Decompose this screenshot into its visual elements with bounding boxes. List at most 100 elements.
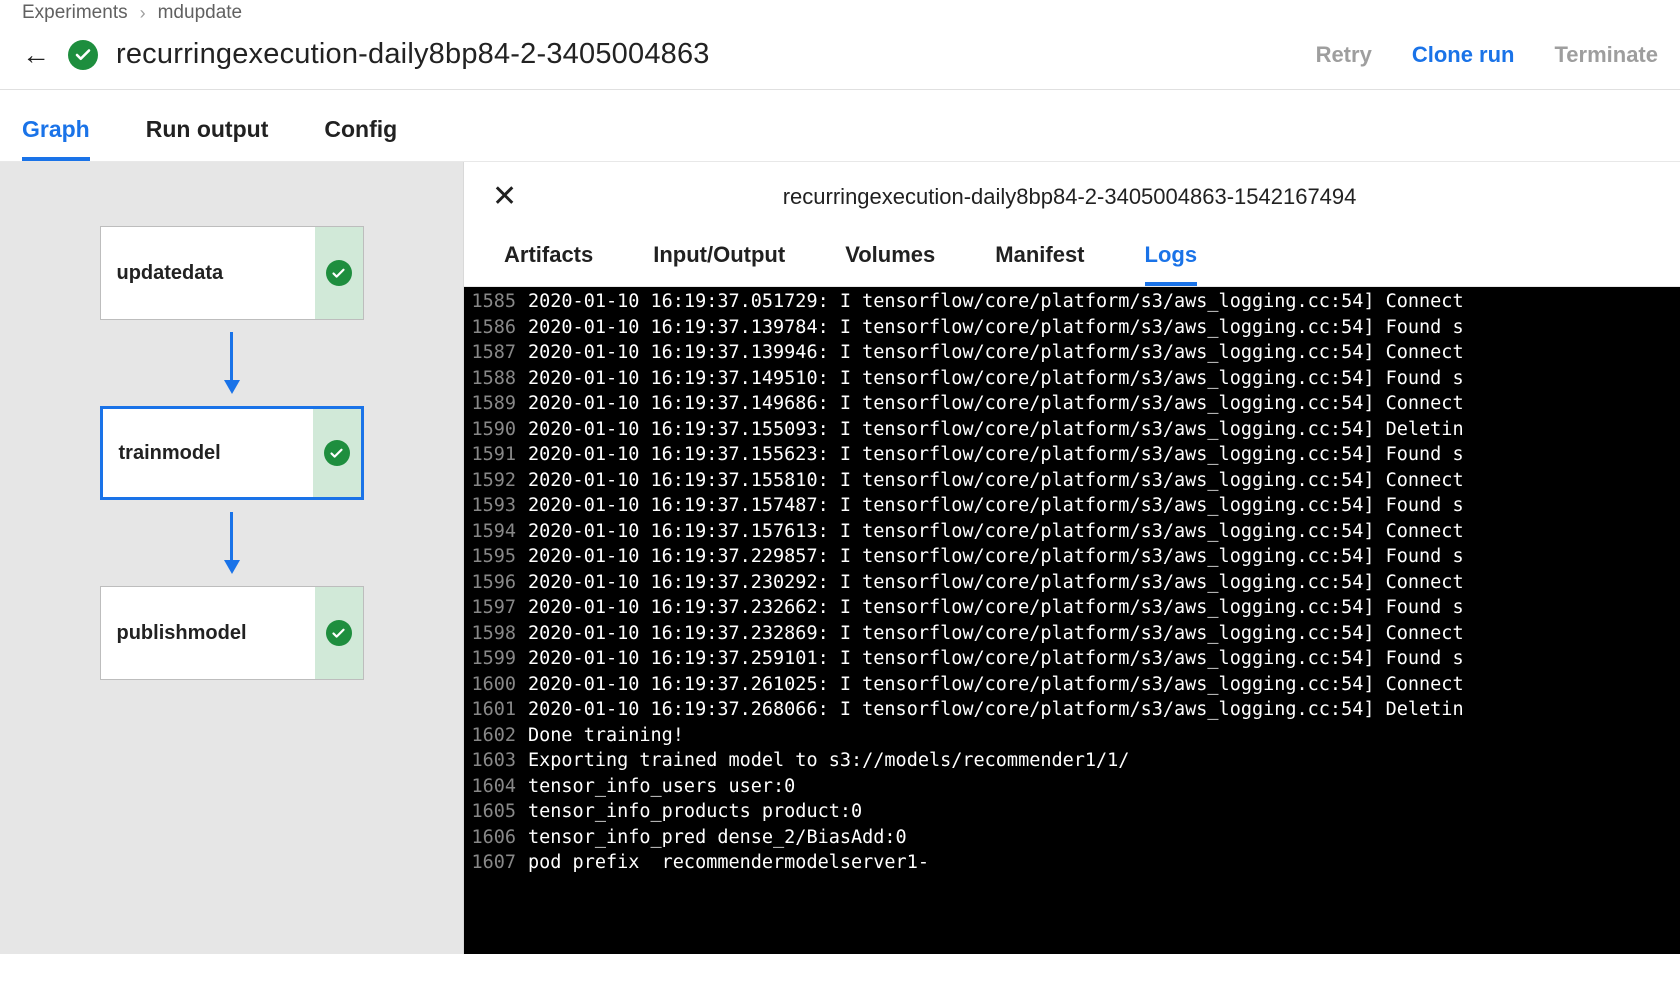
log-line: 15972020-01-10 16:19:37.232662: I tensor…	[464, 595, 1680, 621]
log-line: 1606tensor_info_pred dense_2/BiasAdd:0	[464, 825, 1680, 851]
log-line-text: 2020-01-10 16:19:37.139784: I tensorflow…	[528, 315, 1680, 341]
log-line: 15942020-01-10 16:19:37.157613: I tensor…	[464, 519, 1680, 545]
log-line: 1602Done training!	[464, 723, 1680, 749]
header-actions: Retry Clone run Terminate	[1316, 42, 1658, 68]
log-line-number: 1598	[464, 621, 528, 647]
graph-node-status	[315, 587, 363, 679]
log-line-text: 2020-01-10 16:19:37.149686: I tensorflow…	[528, 391, 1680, 417]
log-line-number: 1601	[464, 697, 528, 723]
log-line-number: 1595	[464, 544, 528, 570]
log-line-number: 1599	[464, 646, 528, 672]
log-viewer[interactable]: 15852020-01-10 16:19:37.051729: I tensor…	[464, 287, 1680, 954]
tab-artifacts[interactable]: Artifacts	[504, 242, 593, 286]
log-line-text: 2020-01-10 16:19:37.232662: I tensorflow…	[528, 595, 1680, 621]
log-line-number: 1593	[464, 493, 528, 519]
log-line-text: 2020-01-10 16:19:37.155623: I tensorflow…	[528, 442, 1680, 468]
log-line-text: 2020-01-10 16:19:37.268066: I tensorflow…	[528, 697, 1680, 723]
log-line: 15962020-01-10 16:19:37.230292: I tensor…	[464, 570, 1680, 596]
log-line-text: tensor_info_products product:0	[528, 799, 1680, 825]
log-line-text: pod prefix recommendermodelserver1-	[528, 850, 1680, 876]
run-tabs: Graph Run output Config	[0, 90, 1680, 162]
check-icon	[324, 440, 350, 466]
log-line: 15922020-01-10 16:19:37.155810: I tensor…	[464, 468, 1680, 494]
tab-graph[interactable]: Graph	[22, 116, 90, 161]
breadcrumb-current[interactable]: mdupdate	[158, 2, 243, 24]
tab-input-output[interactable]: Input/Output	[653, 242, 785, 286]
log-line-text: 2020-01-10 16:19:37.155093: I tensorflow…	[528, 417, 1680, 443]
log-line-number: 1590	[464, 417, 528, 443]
log-line: 16002020-01-10 16:19:37.261025: I tensor…	[464, 672, 1680, 698]
graph-node-label: publishmodel	[101, 587, 315, 679]
log-line: 1603Exporting trained model to s3://mode…	[464, 748, 1680, 774]
log-line-number: 1589	[464, 391, 528, 417]
panel-tabs: Artifacts Input/Output Volumes Manifest …	[464, 220, 1680, 287]
page-title: recurringexecution-daily8bp84-2-34050048…	[116, 38, 710, 71]
log-line-number: 1606	[464, 825, 528, 851]
log-line: 15912020-01-10 16:19:37.155623: I tensor…	[464, 442, 1680, 468]
tab-run-output[interactable]: Run output	[146, 116, 269, 161]
log-line-number: 1605	[464, 799, 528, 825]
log-line: 15952020-01-10 16:19:37.229857: I tensor…	[464, 544, 1680, 570]
retry-button[interactable]: Retry	[1316, 42, 1372, 68]
log-line-number: 1607	[464, 850, 528, 876]
check-icon	[326, 260, 352, 286]
log-line-text: tensor_info_users user:0	[528, 774, 1680, 800]
log-line: 1604tensor_info_users user:0	[464, 774, 1680, 800]
log-line-text: 2020-01-10 16:19:37.139946: I tensorflow…	[528, 340, 1680, 366]
log-line-number: 1594	[464, 519, 528, 545]
log-line-number: 1600	[464, 672, 528, 698]
log-line: 15902020-01-10 16:19:37.155093: I tensor…	[464, 417, 1680, 443]
log-line: 1605tensor_info_products product:0	[464, 799, 1680, 825]
chevron-right-icon: ›	[140, 3, 146, 24]
log-line: 15872020-01-10 16:19:37.139946: I tensor…	[464, 340, 1680, 366]
graph-node-status	[313, 409, 361, 497]
back-arrow-icon[interactable]: ←	[22, 41, 50, 69]
status-success-icon	[68, 40, 98, 70]
log-line-text: 2020-01-10 16:19:37.232869: I tensorflow…	[528, 621, 1680, 647]
log-line: 15862020-01-10 16:19:37.139784: I tensor…	[464, 315, 1680, 341]
log-line-text: 2020-01-10 16:19:37.149510: I tensorflow…	[528, 366, 1680, 392]
tab-logs[interactable]: Logs	[1145, 242, 1198, 286]
check-icon	[326, 620, 352, 646]
log-line: 16012020-01-10 16:19:37.268066: I tensor…	[464, 697, 1680, 723]
log-line-number: 1585	[464, 289, 528, 315]
graph-node-updatedata[interactable]: updatedata	[100, 226, 364, 320]
log-line: 15852020-01-10 16:19:37.051729: I tensor…	[464, 289, 1680, 315]
log-line-number: 1591	[464, 442, 528, 468]
log-line-text: 2020-01-10 16:19:37.259101: I tensorflow…	[528, 646, 1680, 672]
graph-node-label: updatedata	[101, 227, 315, 319]
log-line: 15882020-01-10 16:19:37.149510: I tensor…	[464, 366, 1680, 392]
tab-config[interactable]: Config	[324, 116, 397, 161]
clone-run-button[interactable]: Clone run	[1412, 42, 1515, 68]
graph-node-status	[315, 227, 363, 319]
breadcrumb-root[interactable]: Experiments	[22, 2, 128, 24]
log-line-number: 1597	[464, 595, 528, 621]
log-line-text: 2020-01-10 16:19:37.261025: I tensorflow…	[528, 672, 1680, 698]
panel-title: recurringexecution-daily8bp84-2-34050048…	[517, 184, 1652, 210]
log-line-number: 1604	[464, 774, 528, 800]
log-line-text: tensor_info_pred dense_2/BiasAdd:0	[528, 825, 1680, 851]
graph-node-trainmodel[interactable]: trainmodel	[100, 406, 364, 500]
log-line-number: 1586	[464, 315, 528, 341]
log-line: 15892020-01-10 16:19:37.149686: I tensor…	[464, 391, 1680, 417]
terminate-button[interactable]: Terminate	[1554, 42, 1658, 68]
node-details-panel: ✕ recurringexecution-daily8bp84-2-340500…	[464, 162, 1680, 954]
log-line-text: Exporting trained model to s3://models/r…	[528, 748, 1680, 774]
log-line: 15932020-01-10 16:19:37.157487: I tensor…	[464, 493, 1680, 519]
log-line-text: 2020-01-10 16:19:37.155810: I tensorflow…	[528, 468, 1680, 494]
breadcrumb: Experiments › mdupdate	[22, 0, 1658, 24]
close-icon[interactable]: ✕	[492, 182, 517, 212]
log-line-text: 2020-01-10 16:19:37.157487: I tensorflow…	[528, 493, 1680, 519]
log-line-text: 2020-01-10 16:19:37.230292: I tensorflow…	[528, 570, 1680, 596]
log-line: 1607pod prefix recommendermodelserver1-	[464, 850, 1680, 876]
log-line-number: 1596	[464, 570, 528, 596]
tab-manifest[interactable]: Manifest	[995, 242, 1084, 286]
log-line-number: 1603	[464, 748, 528, 774]
pipeline-graph[interactable]: updatedata trainmodel publishmodel	[0, 162, 464, 954]
tab-volumes[interactable]: Volumes	[845, 242, 935, 286]
graph-node-label: trainmodel	[103, 409, 313, 497]
log-line-number: 1587	[464, 340, 528, 366]
log-line-text: 2020-01-10 16:19:37.229857: I tensorflow…	[528, 544, 1680, 570]
graph-node-publishmodel[interactable]: publishmodel	[100, 586, 364, 680]
graph-edge	[224, 512, 240, 574]
